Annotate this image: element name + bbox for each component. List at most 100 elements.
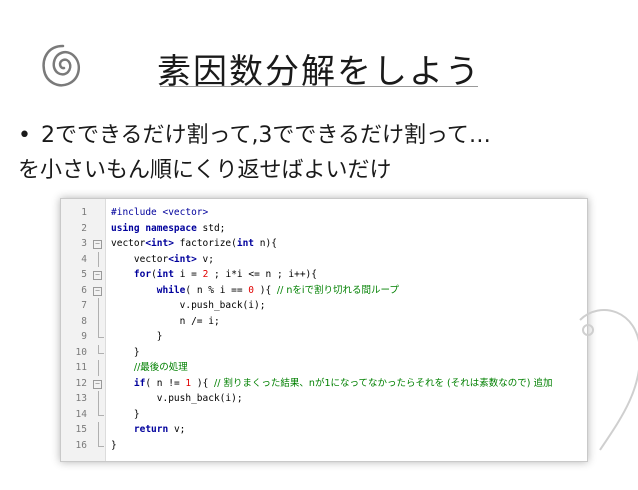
code-line: 16} (61, 437, 587, 454)
code-token: <vector> (162, 207, 209, 218)
code-token: <int> (145, 238, 174, 249)
code-token: // 割りまくった結果、nが1になってなかったらそれを (それは素数なので) 追… (214, 377, 553, 389)
code-line: 1 #include <vector> (61, 205, 587, 221)
code-token: //最後の処理 (133, 362, 188, 373)
line-number: 5 (81, 269, 87, 280)
fold-guide (98, 344, 104, 354)
code-line: 14 } (61, 406, 587, 423)
code-token: if (133, 377, 146, 389)
code-text: v.push_back(i); (111, 298, 266, 314)
code-line: 9 } (61, 329, 587, 345)
code-token: int (156, 269, 174, 280)
fold-guide (98, 329, 104, 338)
line-number: 9 (81, 331, 87, 342)
code-token: i = (173, 269, 203, 280)
code-text: vector<int> factorize(int n){ (111, 236, 277, 252)
bullet-line-1: 2でできるだけ割って,3でできるだけ割って… (40, 123, 491, 148)
code-token: v.push_back(i); (111, 300, 266, 311)
fold-guide (98, 298, 99, 314)
code-line: 2 using namespace std; (61, 221, 587, 237)
code-token: std; (202, 222, 226, 234)
code-token: } (111, 408, 140, 420)
code-token: v; (168, 424, 186, 435)
code-token: // nをiで割り切れる間ループ (276, 284, 399, 296)
code-line: 13 v.push_back(i); (61, 391, 587, 407)
fold-toggle-icon[interactable]: − (93, 240, 102, 249)
code-line: 8 n /= i; (61, 313, 587, 330)
fold-guide (98, 406, 104, 416)
line-number: 11 (75, 362, 87, 373)
line-number: 14 (75, 408, 87, 420)
code-token: } (111, 439, 117, 451)
code-line: 11 //最後の処理 (61, 360, 587, 376)
line-number: 15 (75, 424, 87, 435)
code-token: v; (196, 253, 214, 265)
code-token: ; i*i <= n ; i++){ (208, 269, 317, 280)
code-text: n /= i; (111, 314, 220, 330)
code-token: factorize( (173, 238, 237, 249)
code-token: ){ (191, 377, 215, 389)
code-text: vector<int> v; (111, 252, 214, 268)
code-screenshot: 1 #include <vector> 2 using namespace std; 3… (60, 198, 588, 462)
code-token: using namespace (111, 222, 203, 234)
code-text: } (111, 329, 163, 345)
fold-guide (98, 251, 99, 267)
code-token: return (133, 424, 169, 435)
fold-toggle-icon[interactable]: − (93, 286, 102, 296)
code-token: vector (111, 238, 146, 249)
code-line: 12− if( n != 1 ){ // 割りまくった結果、nが1になってなかっ… (61, 376, 587, 392)
code-text: using namespace std; (111, 221, 225, 237)
fold-guide (98, 360, 99, 376)
line-number: 6 (81, 284, 87, 296)
line-number: 8 (81, 315, 87, 327)
code-line: 6− while( n % i == 0 ){ // nをiで割り切れる間ループ (61, 283, 587, 299)
line-number: 4 (81, 253, 87, 265)
line-number: 12 (75, 377, 87, 389)
fold-guide (98, 391, 99, 407)
line-number: 1 (81, 207, 87, 218)
code-token: } (111, 331, 163, 342)
bullet-symbol: • (18, 123, 31, 148)
code-token: } (111, 346, 140, 358)
sticker-doodle-icon (579, 309, 638, 451)
fold-guide (98, 437, 104, 447)
code-line: 5− for(int i = 2 ; i*i <= n ; i++){ (61, 267, 587, 283)
code-token: ){ (254, 284, 277, 296)
fold-toggle-icon[interactable]: − (93, 379, 102, 389)
code-line: 10 } (61, 344, 587, 361)
fold-guide (98, 313, 99, 329)
line-number: 2 (81, 222, 87, 234)
fold-toggle-icon[interactable]: − (93, 271, 102, 280)
code-text: } (111, 345, 140, 361)
code-text: } (111, 407, 140, 423)
code-text: v.push_back(i); (111, 391, 243, 407)
code-line: 4 vector<int> v; (61, 251, 587, 268)
code-token: <int> (168, 253, 197, 265)
line-number: 3 (81, 238, 87, 249)
fold-guide (98, 422, 99, 438)
code-text: //最後の処理 (111, 360, 188, 376)
code-token: ( n != (145, 377, 186, 389)
code-line: 3− vector<int> factorize(int n){ (61, 236, 587, 252)
code-token: for (133, 269, 152, 280)
code-text: return v; (111, 422, 186, 438)
line-number: 10 (75, 346, 87, 358)
bullet-text: • 2でできるだけ割って,3でできるだけ割って… を小さいもん順にくり返せばよいだ… (18, 118, 628, 188)
code-token: while (156, 284, 186, 296)
line-number: 13 (75, 393, 87, 404)
title-underline (160, 86, 478, 87)
code-token: v.push_back(i); (111, 393, 243, 404)
line-number: 16 (75, 439, 87, 451)
code-line: 7 v.push_back(i); (61, 298, 587, 314)
code-text: } (111, 438, 117, 454)
code-token: int (236, 238, 255, 249)
code-text: while( n % i == 0 ){ // nをiで割り切れる間ループ (111, 283, 399, 299)
code-text: #include <vector> (111, 205, 208, 221)
code-text: if( n != 1 ){ // 割りまくった結果、nが1になってなかったらそれ… (111, 376, 553, 392)
code-token: n /= i; (111, 315, 220, 327)
line-number: 7 (81, 300, 87, 311)
